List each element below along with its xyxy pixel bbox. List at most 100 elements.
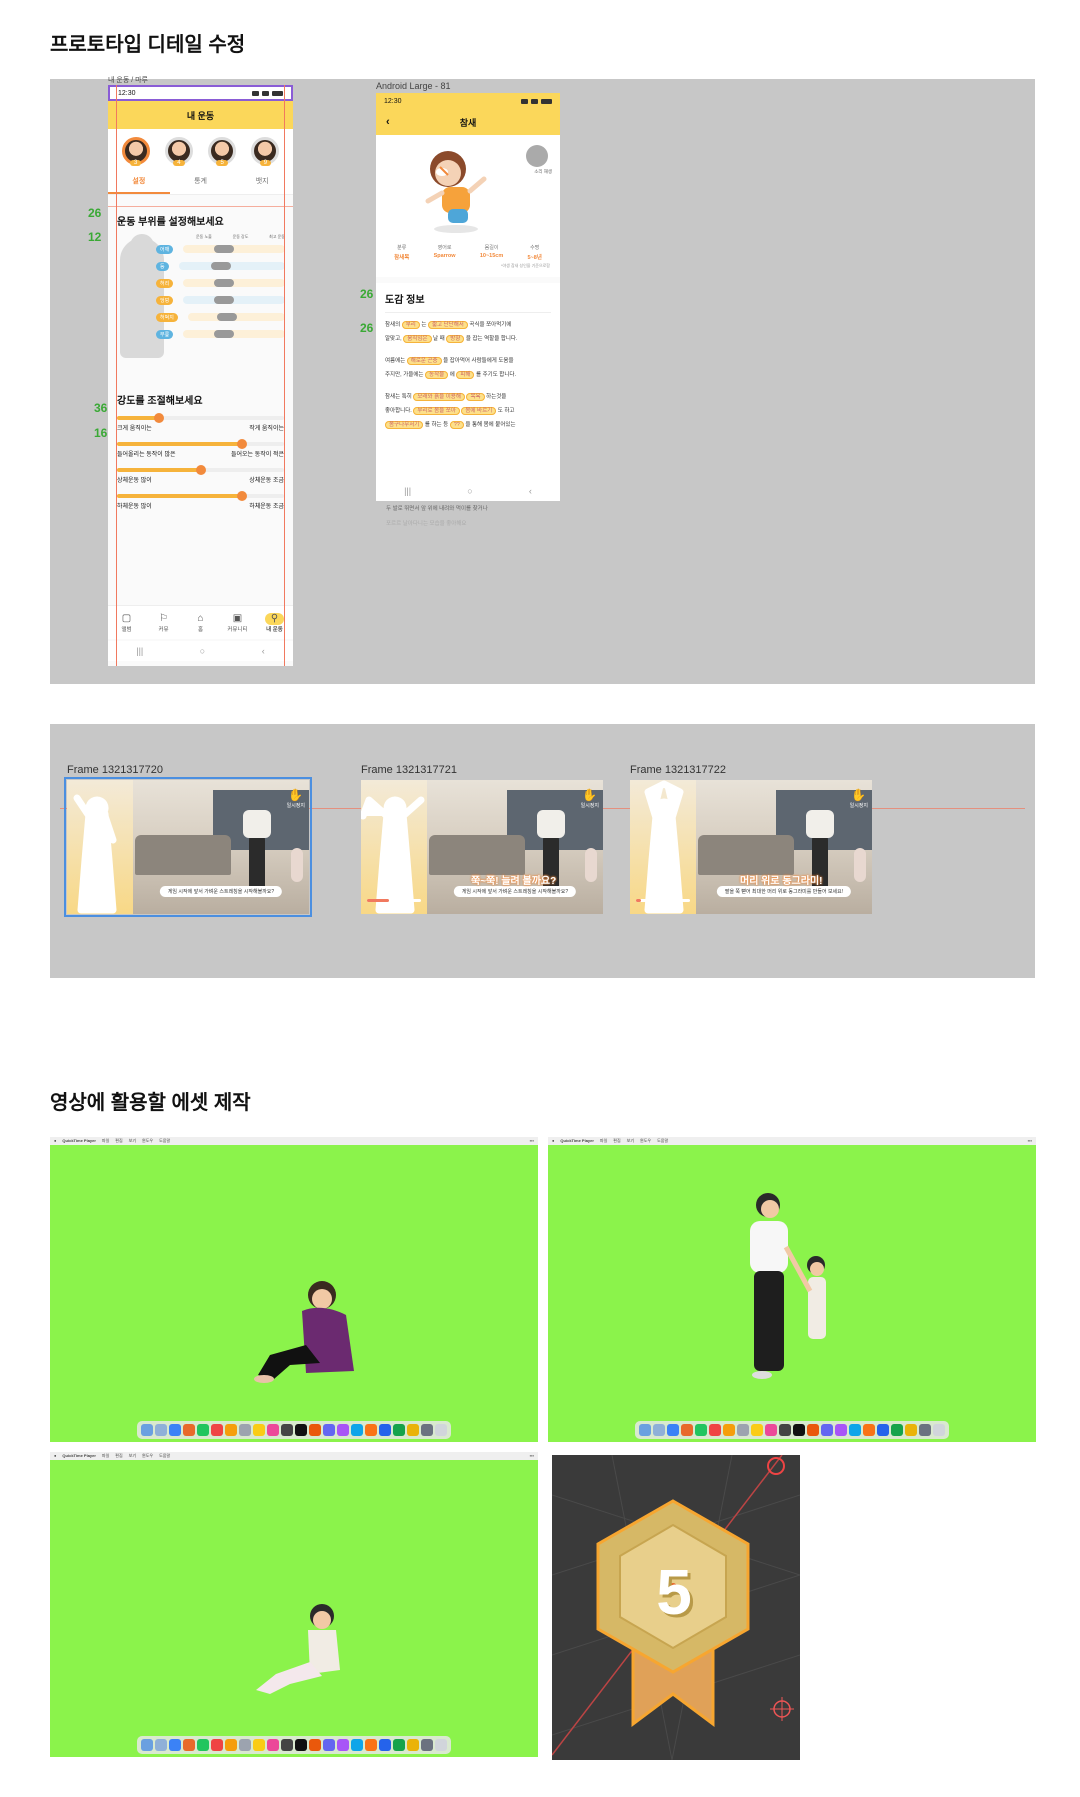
dock-app-icon[interactable]: [155, 1424, 167, 1436]
sound-play-button[interactable]: [526, 145, 548, 167]
dock-app-icon[interactable]: [295, 1739, 307, 1751]
menu-item[interactable]: 보기: [129, 1453, 136, 1459]
dock-app-icon[interactable]: [751, 1424, 763, 1436]
dock-app-icon[interactable]: [421, 1424, 433, 1436]
pause-button[interactable]: ✋ 일시정지: [581, 788, 599, 809]
dock-app-icon[interactable]: [407, 1424, 419, 1436]
tab-settings[interactable]: 설정: [108, 170, 170, 194]
part-row-shoulder[interactable]: 어깨: [156, 244, 285, 254]
profile-avatar-4[interactable]: 9: [251, 137, 280, 166]
nav-home[interactable]: ⌂ 홈: [182, 606, 219, 639]
dock-app-icon[interactable]: [639, 1424, 651, 1436]
dock-app-icon[interactable]: [183, 1739, 195, 1751]
slider-knob[interactable]: [237, 439, 248, 449]
part-knob[interactable]: [213, 330, 234, 338]
dock-app-icon[interactable]: [253, 1424, 265, 1436]
dock-app-icon[interactable]: [169, 1739, 181, 1751]
nav-album[interactable]: ▢ 앨범: [108, 606, 145, 639]
slider-track[interactable]: [117, 491, 284, 501]
part-row-hip[interactable]: 엉덩: [156, 295, 285, 305]
keyword-highlight[interactable]: 몸에 바르기: [461, 407, 497, 415]
apple-icon[interactable]: ●: [552, 1138, 554, 1144]
dock-app-icon[interactable]: [877, 1424, 889, 1436]
dock-app-icon[interactable]: [393, 1424, 405, 1436]
dock-app-icon[interactable]: [779, 1424, 791, 1436]
profile-avatar-1[interactable]: 3: [121, 137, 150, 166]
dock-app-icon[interactable]: [835, 1424, 847, 1436]
menu-item[interactable]: 윈도우: [142, 1453, 153, 1459]
nav-my-exercise[interactable]: ⚲ 내 운동: [256, 606, 293, 639]
recents-icon[interactable]: |||: [136, 646, 143, 656]
dock-app-icon[interactable]: [351, 1739, 363, 1751]
intensity-slider[interactable]: 들어올리는 동작이 많은 들어오는 동작이 적은: [117, 439, 284, 458]
dock-app-icon[interactable]: [863, 1424, 875, 1436]
part-row-knee[interactable]: 무릎: [156, 329, 285, 339]
slider-track[interactable]: [117, 465, 284, 475]
dock-app-icon[interactable]: [765, 1424, 777, 1436]
keyword-highlight[interactable]: 방향: [446, 335, 465, 343]
dock-app-icon[interactable]: [183, 1424, 195, 1436]
dock-app-icon[interactable]: [919, 1424, 931, 1436]
dock-app-icon[interactable]: [793, 1424, 805, 1436]
tab-stats[interactable]: 통계: [170, 170, 232, 194]
dock-app-icon[interactable]: [905, 1424, 917, 1436]
dock-app-icon[interactable]: [807, 1424, 819, 1436]
apple-icon[interactable]: ●: [54, 1138, 56, 1144]
menu-item[interactable]: 보기: [129, 1138, 136, 1144]
part-row-thigh[interactable]: 허벅지: [156, 312, 285, 322]
menu-item[interactable]: 편집: [115, 1138, 122, 1144]
back-icon[interactable]: ‹: [529, 486, 532, 496]
dock-app-icon[interactable]: [393, 1739, 405, 1751]
dock-app-icon[interactable]: [435, 1739, 447, 1751]
menu-app-name[interactable]: QuickTime Player: [62, 1453, 96, 1459]
menu-app-name[interactable]: QuickTime Player: [62, 1138, 96, 1144]
dock-app-icon[interactable]: [379, 1739, 391, 1751]
keyword-highlight[interactable]: 피해: [456, 371, 475, 379]
part-knob[interactable]: [213, 279, 234, 287]
intensity-slider[interactable]: 하체운동 많이 하체운동 조금: [117, 491, 284, 510]
dock-app-icon[interactable]: [933, 1424, 945, 1436]
dock-app-icon[interactable]: [351, 1424, 363, 1436]
part-knob[interactable]: [216, 313, 237, 321]
dock-app-icon[interactable]: [309, 1739, 321, 1751]
recents-icon[interactable]: |||: [404, 486, 411, 496]
dock-app-icon[interactable]: [737, 1424, 749, 1436]
dock-app-icon[interactable]: [141, 1424, 153, 1436]
menu-item[interactable]: 도움말: [159, 1453, 170, 1459]
dock-app-icon[interactable]: [267, 1739, 279, 1751]
menu-item[interactable]: 윈도우: [640, 1138, 651, 1144]
dock-app-icon[interactable]: [253, 1739, 265, 1751]
home-button-icon[interactable]: ○: [467, 486, 472, 496]
menu-item[interactable]: 편집: [613, 1138, 620, 1144]
slider-knob[interactable]: [195, 465, 206, 475]
part-knob[interactable]: [213, 245, 234, 253]
part-row-waist[interactable]: 허리: [156, 278, 285, 288]
dock-app-icon[interactable]: [667, 1424, 679, 1436]
dock-app-icon[interactable]: [681, 1424, 693, 1436]
dock-app-icon[interactable]: [281, 1424, 293, 1436]
dock-app-icon[interactable]: [723, 1424, 735, 1436]
apple-icon[interactable]: ●: [54, 1453, 56, 1459]
keyword-highlight[interactable]: 부리로 몸을 쪼아: [413, 407, 460, 415]
keyword-highlight[interactable]: 부리: [401, 321, 420, 329]
keyword-highlight[interactable]: ??: [449, 421, 464, 429]
dock-app-icon[interactable]: [197, 1739, 209, 1751]
dock-app-icon[interactable]: [155, 1739, 167, 1751]
dock-app-icon[interactable]: [197, 1424, 209, 1436]
dock-app-icon[interactable]: [309, 1424, 321, 1436]
dock-app-icon[interactable]: [211, 1739, 223, 1751]
menu-item[interactable]: 도움말: [159, 1138, 170, 1144]
dock-app-icon[interactable]: [695, 1424, 707, 1436]
home-button-icon[interactable]: ○: [200, 646, 205, 656]
dock-app-icon[interactable]: [323, 1424, 335, 1436]
menu-item[interactable]: 보기: [627, 1138, 634, 1144]
dock-app-icon[interactable]: [225, 1739, 237, 1751]
profile-avatar-3[interactable]: 5: [208, 137, 237, 166]
dock-app-icon[interactable]: [211, 1424, 223, 1436]
menu-item[interactable]: 파일: [600, 1138, 607, 1144]
dock-app-icon[interactable]: [849, 1424, 861, 1436]
part-knob[interactable]: [210, 262, 231, 270]
dock-app-icon[interactable]: [709, 1424, 721, 1436]
nav-community[interactable]: ▣ 커뮤니티: [219, 606, 256, 639]
menu-item[interactable]: 도움말: [657, 1138, 668, 1144]
